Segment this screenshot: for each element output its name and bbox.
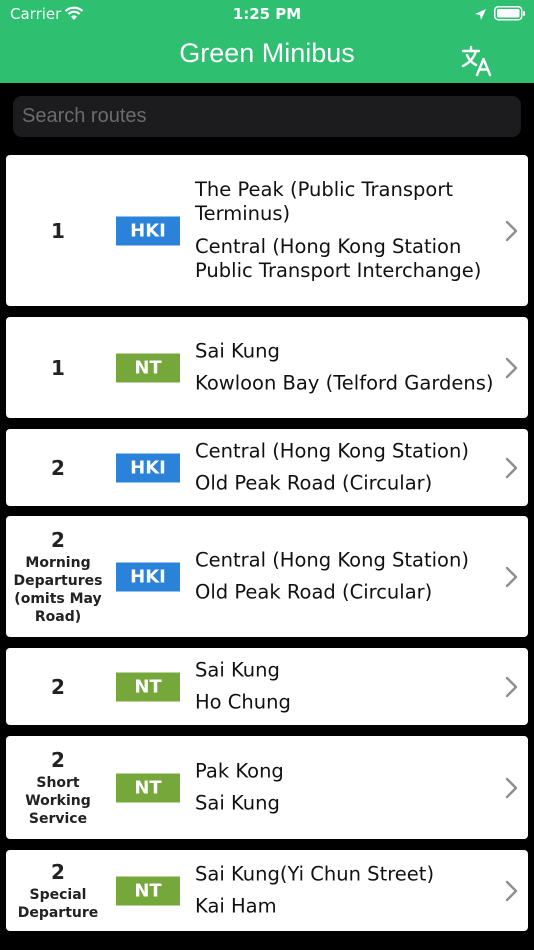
route-number-block: 2	[6, 675, 110, 699]
route-note: Special Departure	[17, 886, 99, 921]
route-destinations: The Peak (Public Transport Terminus) Cent…	[195, 178, 495, 284]
route-origin: The Peak (Public Transport Terminus)	[195, 177, 453, 226]
route-origin: Pak Kong	[195, 759, 284, 782]
route-number: 2	[51, 859, 65, 884]
route-card[interactable]: 1 NT Sai Kung Kowloon Bay (Telford Gardens)	[6, 317, 528, 418]
route-note: Short Working Service	[25, 774, 91, 827]
route-number: 1	[51, 218, 65, 243]
route-number-block: 2 Short Working Service	[6, 748, 110, 828]
route-number-block: 2	[6, 456, 110, 480]
route-number: 2	[51, 527, 65, 552]
route-destinations: Pak Kong Sai Kung	[195, 759, 495, 816]
region-badge: NT	[116, 876, 180, 905]
route-destinations: Central (Hong Kong Station) Old Peak Road…	[195, 439, 495, 496]
route-destination: Kowloon Bay (Telford Gardens)	[195, 371, 494, 395]
chevron-right-icon	[505, 777, 518, 798]
route-destination: Old Peak Road (Circular)	[195, 471, 433, 495]
route-origin: Sai Kung(Yi Chun Street)	[195, 862, 435, 885]
route-destination: Ho Chung	[195, 690, 291, 714]
route-destination: Kai Ham	[195, 894, 277, 918]
chevron-right-icon	[505, 457, 518, 478]
route-number-block: 2 Morning Departures (omits May Road)	[6, 528, 110, 626]
chevron-right-icon	[505, 566, 518, 587]
chevron-right-icon	[505, 880, 518, 901]
route-number-block: 1	[6, 219, 110, 243]
route-destinations: Central (Hong Kong Station) Old Peak Road…	[195, 548, 495, 605]
translate-icon[interactable]	[460, 44, 494, 78]
search-input[interactable]	[13, 96, 521, 137]
route-card[interactable]: 1 HKI The Peak (Public Transport Terminus)…	[6, 155, 528, 306]
chevron-right-icon	[505, 357, 518, 378]
chevron-right-icon	[505, 220, 518, 241]
status-bar: Carrier 1:25 PM	[0, 0, 534, 28]
route-origin: Sai Kung	[195, 658, 280, 681]
route-number-block: 1	[6, 356, 110, 380]
search-bar[interactable]	[13, 96, 521, 137]
route-number-block: 2 Special Departure	[6, 860, 110, 922]
route-destinations: Sai Kung(Yi Chun Street) Kai Ham	[195, 862, 495, 919]
route-number: 2	[51, 455, 65, 480]
navigation-bar: Green Minibus	[0, 28, 534, 83]
battery-icon	[494, 6, 525, 21]
route-card[interactable]: 2 Special Departure NT Sai Kung(Yi Chun Str…	[6, 850, 528, 931]
route-destinations: Sai Kung Kowloon Bay (Telford Gardens)	[195, 339, 495, 396]
route-card[interactable]: 2 Short Working Service NT Pak Kong Sai Kung	[6, 736, 528, 839]
route-destination: Old Peak Road (Circular)	[195, 580, 433, 604]
route-card[interactable]: 2 HKI Central (Hong Kong Station) Old Peak …	[6, 429, 528, 506]
location-icon	[475, 9, 486, 20]
route-origin: Central (Hong Kong Station)	[195, 439, 469, 462]
app-title: Green Minibus	[179, 38, 355, 68]
route-note: Morning Departures (omits May Road)	[13, 554, 103, 625]
region-badge: HKI	[116, 562, 180, 591]
region-badge: NT	[116, 773, 180, 802]
chevron-right-icon	[505, 676, 518, 697]
route-origin: Central (Hong Kong Station)	[195, 548, 469, 571]
route-destinations: Sai Kung Ho Chung	[195, 658, 495, 715]
route-number: 2	[51, 747, 65, 772]
region-badge: HKI	[116, 453, 180, 482]
route-number: 2	[51, 674, 65, 699]
route-card[interactable]: 2 Morning Departures (omits May Road) HKI C…	[6, 516, 528, 637]
route-card[interactable]: 2 NT Sai Kung Ho Chung	[6, 648, 528, 725]
region-badge: HKI	[116, 216, 180, 245]
status-time: 1:25 PM	[232, 5, 302, 23]
route-destination: Sai Kung	[195, 791, 280, 815]
route-origin: Sai Kung	[195, 339, 280, 362]
route-number: 1	[51, 355, 65, 380]
region-badge: NT	[116, 353, 180, 382]
route-destination: Central (Hong Kong Station Public Transp…	[195, 234, 482, 283]
region-badge: NT	[116, 672, 180, 701]
